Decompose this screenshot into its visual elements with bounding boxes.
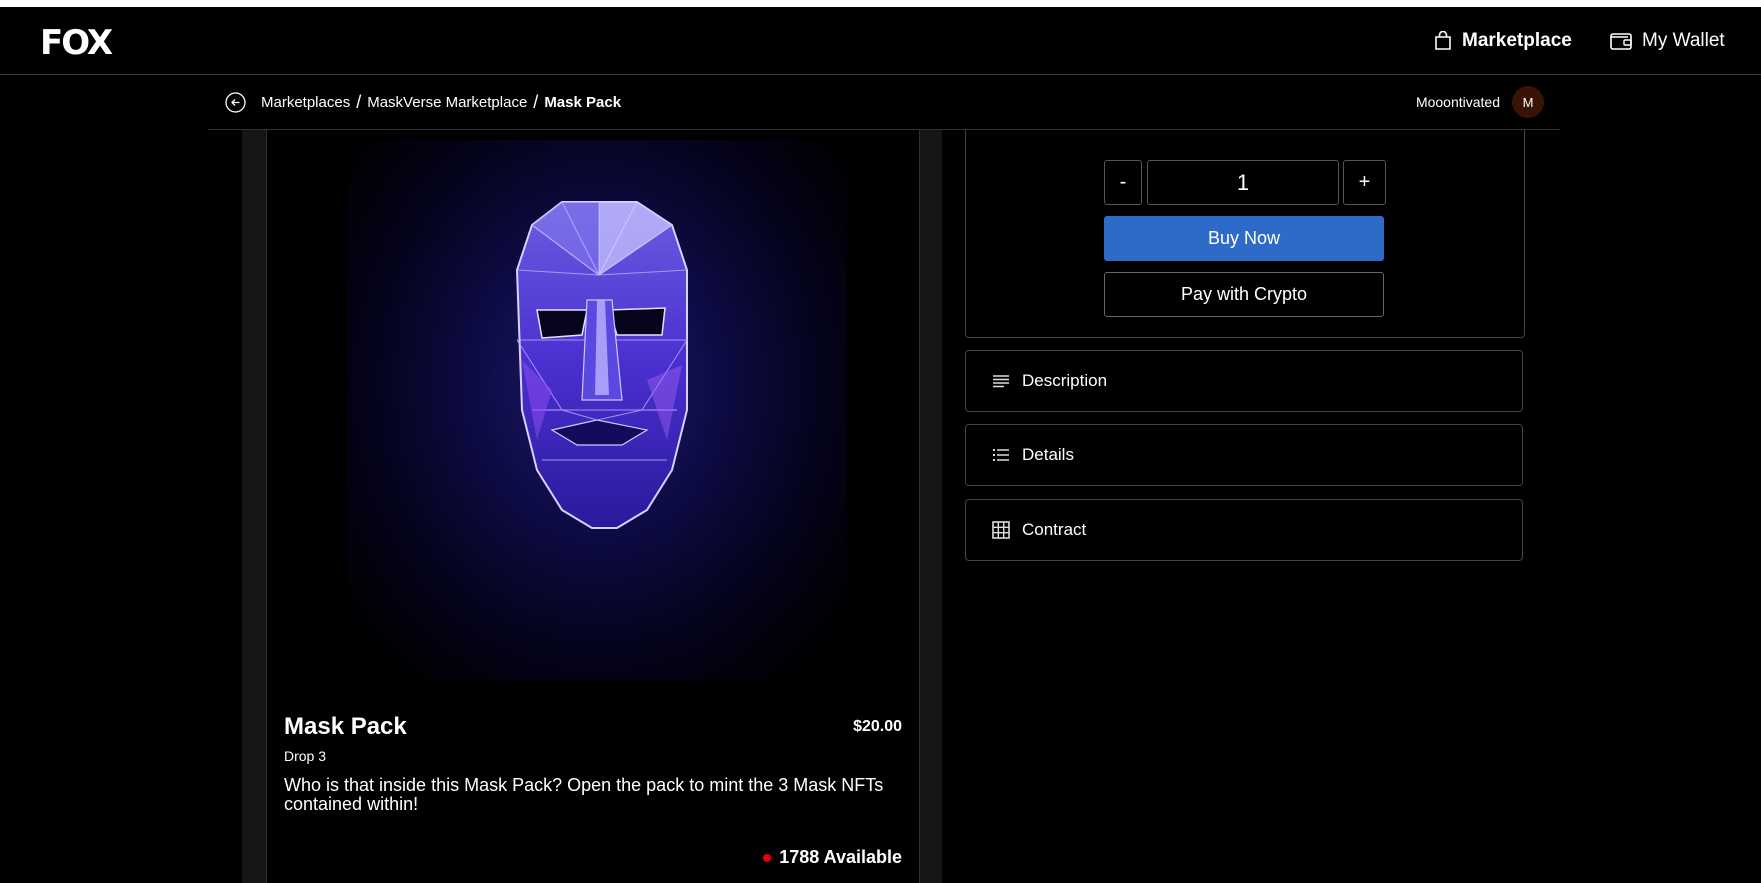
nav-my-wallet[interactable]: My Wallet [1610,7,1725,74]
wallet-icon [1610,32,1632,50]
breadcrumb-separator: / [356,91,362,112]
nav-marketplace[interactable]: Marketplace [1434,7,1572,74]
accordion-description[interactable]: Description [965,350,1523,412]
accordion-contract-label: Contract [1022,520,1087,539]
breadcrumb-bar: Marketplaces / MaskVerse Marketplace / M… [208,75,1560,130]
avatar[interactable]: M [1512,86,1544,118]
nav-marketplace-label: Marketplace [1462,29,1572,51]
product-title: Mask Pack [284,713,407,740]
lines-icon [992,374,1010,388]
quantity-input[interactable]: 1 [1147,160,1339,205]
fox-logo[interactable]: FOX [40,23,113,63]
user-menu[interactable]: Mooontivated M [1416,75,1544,129]
accordion-details[interactable]: Details [965,424,1523,486]
product-card: Mask Pack $20.00 Drop 3 Who is that insi… [266,130,920,883]
product-description: Who is that inside this Mask Pack? Open … [284,775,884,814]
quantity-decrement-button[interactable]: - [1104,160,1142,205]
top-strip [0,0,1761,7]
availability-dot-icon [763,853,772,862]
grid-icon [992,521,1010,539]
shopping-bag-icon [1434,30,1452,51]
accordion-contract[interactable]: Contract [965,499,1523,561]
breadcrumb-marketplaces[interactable]: Marketplaces [261,94,350,111]
nav-my-wallet-label: My Wallet [1642,29,1725,51]
purchase-panel: - 1 + Buy Now Pay with Crypto [965,130,1525,338]
quantity-increment-button[interactable]: + [1343,160,1386,205]
list-icon [992,448,1010,462]
breadcrumb-separator: / [533,91,539,112]
mask-pack-image [347,140,847,680]
accordion-description-label: Description [1022,371,1108,390]
pay-with-crypto-button[interactable]: Pay with Crypto [1104,272,1384,317]
accordion-details-label: Details [1022,445,1074,464]
middle-column-band [920,130,942,883]
buy-now-button[interactable]: Buy Now [1104,216,1384,261]
product-drop: Drop 3 [284,748,327,764]
breadcrumb-current: Mask Pack [544,93,622,111]
back-arrow-icon[interactable] [225,92,246,113]
availability: 1788 Available [763,847,902,868]
username: Mooontivated [1415,94,1500,110]
product-price: $20.00 [853,718,902,735]
breadcrumb: Marketplaces / MaskVerse Marketplace / M… [261,75,621,129]
breadcrumb-maskverse-marketplace[interactable]: MaskVerse Marketplace [367,94,527,111]
availability-count: 1788 Available [779,847,902,867]
top-navbar: FOX Marketplace My Wallet [0,7,1761,75]
left-column-band [242,130,266,883]
